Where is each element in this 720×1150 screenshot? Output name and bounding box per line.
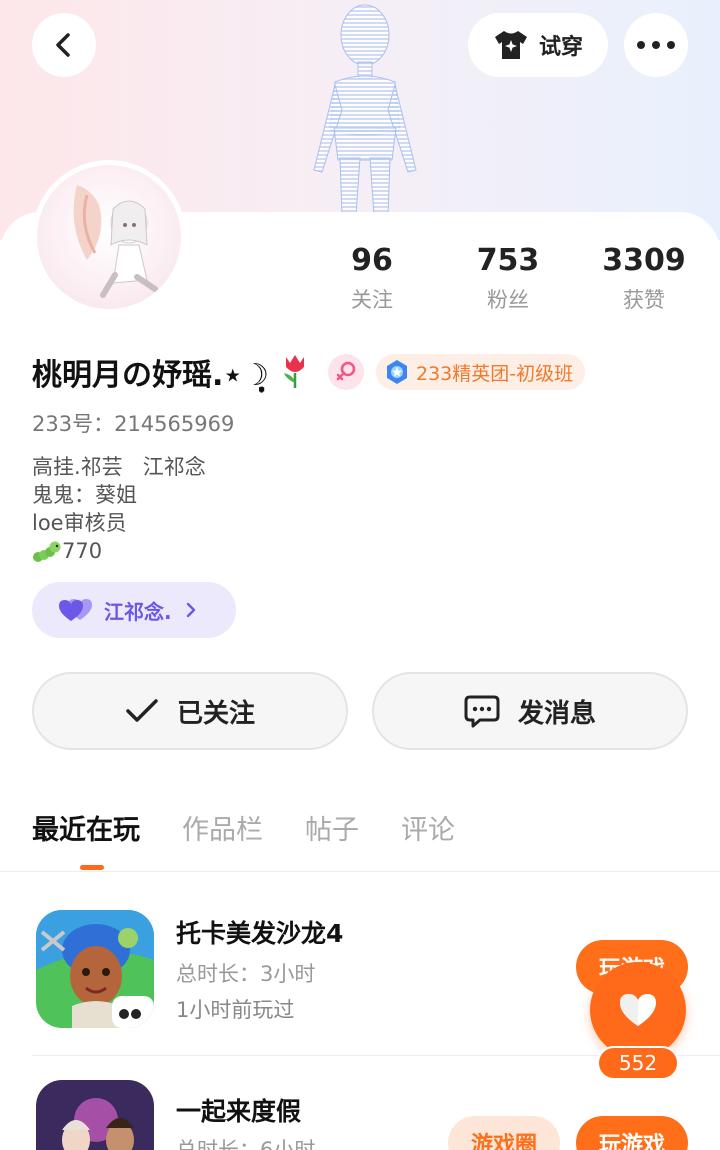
tab-comments[interactable]: 评论 bbox=[401, 808, 455, 847]
bio-line-caterpillar: 770 bbox=[32, 537, 206, 565]
more-dots-icon bbox=[637, 41, 675, 49]
likes-received-count: 3309 bbox=[602, 243, 686, 278]
nickname: 桃明月の妤瑶.⋆☽̣̩ bbox=[32, 350, 310, 394]
chevron-right-icon bbox=[186, 602, 195, 618]
send-message-button[interactable]: 发消息 bbox=[372, 672, 688, 750]
try-on-label: 试穿 bbox=[538, 35, 583, 60]
bio-line-text: 770 bbox=[62, 539, 103, 563]
double-heart-icon bbox=[59, 599, 92, 621]
game-duration: 总时长：6小时 bbox=[176, 1138, 316, 1150]
game-name[interactable]: 托卡美发沙龙4 bbox=[176, 914, 343, 950]
profile-tabs: 最近在玩 作品栏 帖子 评论 bbox=[32, 808, 455, 847]
game-last-played: 1小时前玩过 bbox=[176, 998, 295, 1022]
game-icon-vacation[interactable] bbox=[36, 1080, 154, 1150]
tab-recently-played[interactable]: 最近在玩 bbox=[32, 808, 140, 847]
tab-posts[interactable]: 帖子 bbox=[305, 808, 359, 847]
vacation-game-artwork bbox=[36, 1080, 154, 1150]
following-label: 关注 bbox=[351, 288, 393, 312]
checkmark-icon bbox=[126, 699, 158, 722]
tab-works[interactable]: 作品栏 bbox=[182, 808, 263, 847]
elite-group-badge[interactable]: 233精英团-初级班 bbox=[376, 354, 586, 390]
cp-relation-chip[interactable]: 江祁念. bbox=[32, 582, 236, 638]
bio-line: 高挂.祁芸 江祁念 bbox=[32, 455, 206, 479]
play-game-button[interactable]: 玩游戏 bbox=[576, 1116, 688, 1150]
followers-stat[interactable]: 753 粉丝 bbox=[448, 242, 568, 314]
like-count: 552 bbox=[597, 1046, 679, 1080]
likes-stat[interactable]: 3309 获赞 bbox=[584, 242, 704, 314]
send-message-label: 发消息 bbox=[517, 698, 596, 729]
avatar-illustration bbox=[73, 185, 158, 298]
likes-received-label: 获赞 bbox=[623, 288, 665, 312]
heart-icon bbox=[620, 994, 656, 1026]
followers-label: 粉丝 bbox=[487, 288, 529, 312]
user-id: 233号：214565969 bbox=[32, 412, 235, 436]
game-circle-button[interactable]: 游戏圈 bbox=[448, 1116, 560, 1150]
followers-count: 753 bbox=[476, 243, 540, 278]
chevron-left-icon bbox=[56, 33, 70, 57]
tulip-icon bbox=[283, 355, 304, 388]
more-options-button[interactable] bbox=[624, 13, 688, 77]
elite-medal-icon bbox=[387, 360, 407, 384]
user-bio: 高挂.祁芸 江祁念 鬼鬼：葵姐 loe审核员 770 bbox=[32, 453, 206, 565]
active-tab-indicator bbox=[80, 865, 104, 870]
avatar-hologram-figure bbox=[313, 4, 417, 215]
gender-female-badge bbox=[328, 354, 364, 390]
followed-label: 已关注 bbox=[176, 698, 255, 729]
followed-button[interactable]: 已关注 bbox=[32, 672, 348, 750]
cp-name-label: 江祁念. bbox=[104, 599, 172, 624]
bio-line: 鬼鬼：葵姐 bbox=[32, 483, 137, 507]
chat-bubble-icon bbox=[464, 695, 500, 728]
try-on-button[interactable]: 试穿 bbox=[468, 13, 608, 77]
following-count: 96 bbox=[351, 243, 393, 278]
game-icon-toca-hair-salon[interactable] bbox=[36, 910, 154, 1028]
tshirt-star-icon bbox=[494, 31, 527, 59]
bio-line: loe审核员 bbox=[32, 511, 127, 535]
avatar-image bbox=[37, 165, 181, 309]
nickname-text: 桃明月の妤瑶.⋆☽̣̩ bbox=[32, 358, 270, 393]
game-name[interactable]: 一起来度假 bbox=[176, 1092, 301, 1128]
like-button[interactable] bbox=[590, 962, 686, 1058]
back-button[interactable] bbox=[32, 13, 96, 77]
elite-group-label: 233精英团-初级班 bbox=[416, 362, 574, 385]
toca-hair-salon-artwork bbox=[36, 910, 154, 1028]
caterpillar-icon bbox=[33, 541, 61, 562]
game-duration: 总时长：3小时 bbox=[176, 962, 316, 986]
tabs-divider bbox=[0, 871, 720, 872]
female-symbol-icon bbox=[336, 361, 356, 381]
following-stat[interactable]: 96 关注 bbox=[312, 242, 432, 314]
user-avatar[interactable] bbox=[32, 160, 186, 314]
